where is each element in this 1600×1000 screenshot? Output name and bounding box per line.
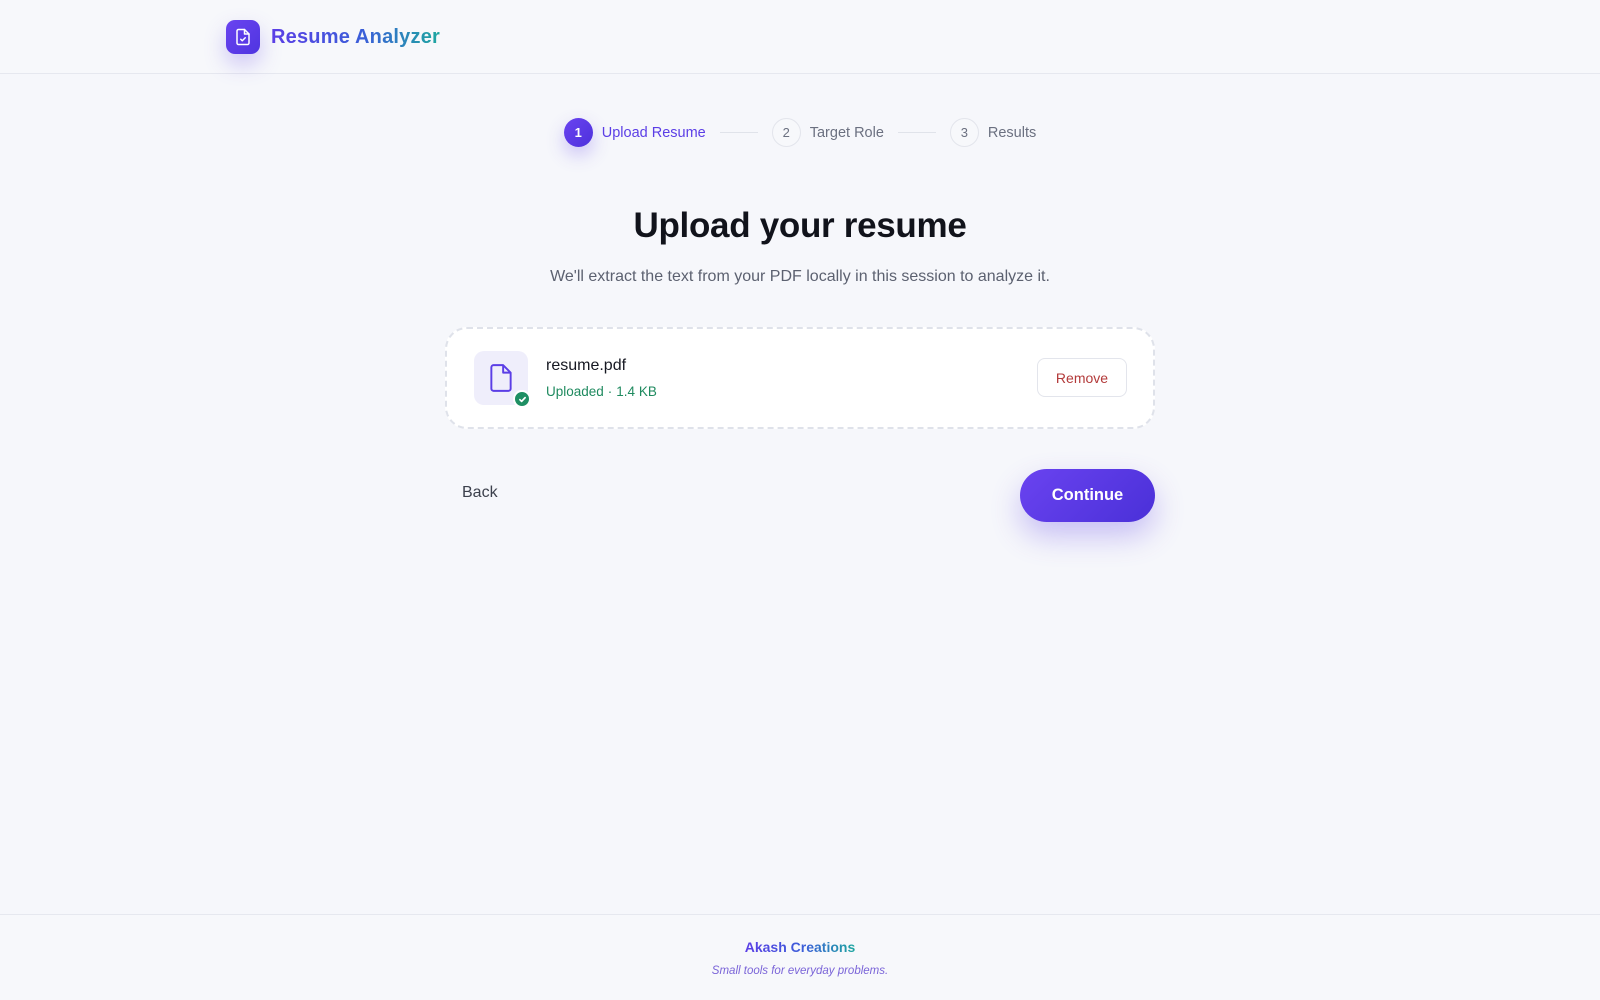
remove-file-button[interactable]: Remove bbox=[1037, 358, 1127, 397]
step-label: Target Role bbox=[809, 124, 884, 141]
document-check-icon bbox=[226, 20, 260, 54]
file-name: resume.pdf bbox=[546, 357, 627, 374]
back-button[interactable]: Back bbox=[462, 484, 498, 502]
footer: Akash Creations Small tools for everyday… bbox=[0, 914, 1600, 1000]
page-subtitle: We'll extract the text from your PDF loc… bbox=[550, 268, 1050, 285]
step-number: 3 bbox=[949, 118, 979, 147]
step-label: Upload Resume bbox=[601, 124, 706, 141]
step-label: Results bbox=[987, 124, 1037, 141]
continue-button[interactable]: Continue bbox=[1020, 469, 1155, 522]
page: Resume Analyzer 1 Upload Resume 2 Target… bbox=[0, 0, 1600, 1000]
step-upload-resume: 1 Upload Resume bbox=[563, 118, 706, 147]
file-upload-dropzone[interactable]: resume.pdf Uploaded · 1.4 KB Remove bbox=[445, 327, 1155, 429]
footer-tagline: Small tools for everyday problems. bbox=[711, 965, 889, 977]
page-title: Upload your resume bbox=[633, 206, 967, 245]
status-separator: · bbox=[607, 384, 613, 399]
file-size: 1.4 KB bbox=[616, 384, 657, 399]
check-icon bbox=[513, 390, 531, 408]
upload-status: Uploaded bbox=[546, 384, 604, 399]
step-target-role: 2 Target Role bbox=[771, 118, 884, 147]
footer-brand: Akash Creations bbox=[0, 939, 1600, 955]
app-name: Resume Analyzer bbox=[271, 25, 440, 48]
brand[interactable]: Resume Analyzer bbox=[226, 20, 440, 54]
progress-stepper: 1 Upload Resume 2 Target Role 3 Results bbox=[0, 118, 1600, 147]
file-status: Uploaded · 1.4 KB bbox=[546, 384, 657, 399]
step-connector bbox=[897, 132, 936, 133]
step-number: 2 bbox=[771, 118, 801, 147]
step-results: 3 Results bbox=[949, 118, 1037, 147]
top-bar: Resume Analyzer bbox=[0, 0, 1600, 74]
file-icon bbox=[474, 351, 531, 408]
footer-brand-name: Akash Creations bbox=[744, 939, 856, 955]
step-number: 1 bbox=[563, 118, 593, 147]
step-connector bbox=[719, 132, 758, 133]
